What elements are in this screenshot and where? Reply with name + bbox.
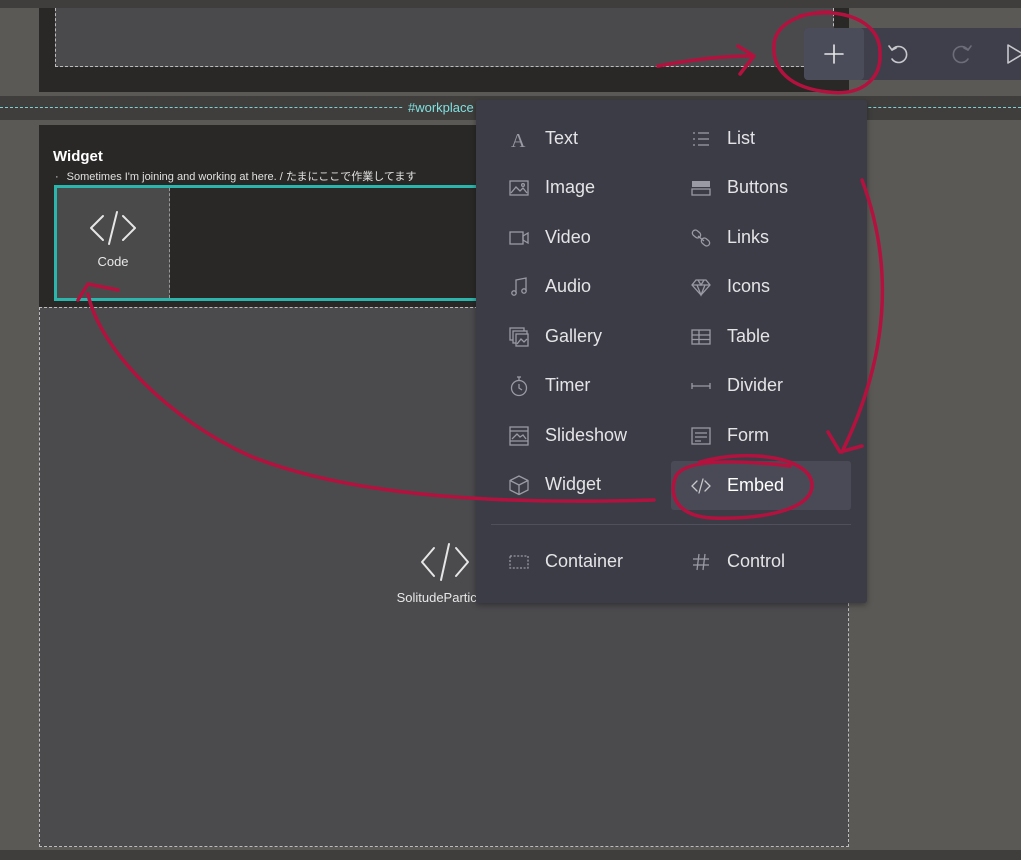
cube-icon (509, 474, 529, 495)
code-icon (90, 211, 136, 245)
redo-button[interactable] (932, 28, 992, 80)
table-icon (691, 328, 711, 345)
menu-item-label: Links (727, 227, 770, 247)
top-section-content[interactable] (55, 8, 834, 67)
menu-item-image[interactable]: Image (476, 163, 656, 212)
play-icon (1007, 44, 1021, 64)
bottom-strip (0, 850, 1021, 860)
menu-divider (491, 524, 851, 525)
buttons-icon (691, 180, 711, 196)
menu-item-divider[interactable]: Divider (676, 361, 856, 410)
gallery-icon (509, 326, 529, 347)
add-element-menu: A Text List Image Buttons Video Links Au… (476, 100, 867, 603)
stopwatch-icon (510, 375, 528, 396)
menu-item-gallery[interactable]: Gallery (476, 312, 656, 361)
form-icon (691, 426, 711, 445)
section-label[interactable]: #workplace (404, 99, 478, 116)
menu-item-audio[interactable]: Audio (476, 262, 656, 311)
code-icon (421, 543, 469, 581)
widget-title: Widget (53, 148, 103, 165)
widget-description: Sometimes I'm joining and working at her… (55, 168, 417, 184)
menu-item-label: Gallery (545, 326, 603, 346)
menu-item-buttons[interactable]: Buttons (676, 163, 856, 212)
menu-item-label: Widget (545, 474, 602, 494)
music-note-icon (511, 276, 527, 296)
image-icon (509, 179, 529, 196)
menu-item-label: Embed (727, 475, 785, 495)
slideshow-icon (509, 425, 529, 446)
menu-item-list[interactable]: List (676, 114, 856, 163)
menu-item-container[interactable]: Container (476, 537, 656, 586)
menu-item-text[interactable]: A Text (476, 114, 656, 163)
menu-item-label: Text (545, 128, 579, 148)
menu-item-label: Slideshow (545, 425, 628, 445)
menu-item-label: Control (727, 551, 786, 571)
menu-item-form[interactable]: Form (676, 411, 856, 460)
code-block-label: Code (97, 254, 129, 269)
menu-item-label: Icons (727, 276, 771, 296)
menu-item-label: Audio (545, 276, 592, 296)
plus-icon (824, 44, 844, 64)
menu-item-embed[interactable]: Embed (671, 461, 851, 510)
code-icon (691, 477, 711, 494)
menu-item-widget[interactable]: Widget (476, 460, 656, 509)
menu-item-label: Video (545, 227, 591, 247)
preview-button[interactable] (1000, 28, 1021, 80)
link-icon (691, 228, 711, 247)
menu-item-icons[interactable]: Icons (676, 262, 856, 311)
code-block[interactable]: Code (57, 188, 170, 298)
divider-icon (691, 382, 711, 389)
undo-button[interactable] (868, 28, 928, 80)
svg-text:A: A (511, 130, 526, 150)
menu-item-control[interactable]: Control (676, 537, 856, 586)
text-icon: A (511, 130, 526, 150)
menu-item-label: Image (545, 177, 596, 197)
menu-item-timer[interactable]: Timer (476, 361, 656, 410)
menu-item-video[interactable]: Video (476, 213, 656, 262)
diamond-icon (691, 278, 711, 297)
menu-item-links[interactable]: Links (676, 213, 856, 262)
menu-item-label: Table (727, 326, 771, 346)
add-element-button[interactable] (804, 28, 864, 80)
container-icon (509, 554, 529, 569)
menu-item-table[interactable]: Table (676, 312, 856, 361)
menu-item-label: Container (545, 551, 624, 571)
hash-icon (693, 553, 709, 570)
top-strip (0, 0, 1021, 8)
menu-item-label: Divider (727, 375, 784, 395)
undo-icon (888, 45, 908, 64)
video-icon (509, 230, 529, 245)
menu-item-label: List (727, 128, 756, 148)
menu-item-slideshow[interactable]: Slideshow (476, 411, 656, 460)
menu-item-label: Form (727, 425, 769, 445)
menu-item-label: Timer (545, 375, 591, 395)
redo-icon (952, 45, 972, 64)
menu-item-label: Buttons (727, 177, 789, 197)
editor-toolbar (804, 28, 1021, 80)
list-icon (693, 131, 709, 146)
